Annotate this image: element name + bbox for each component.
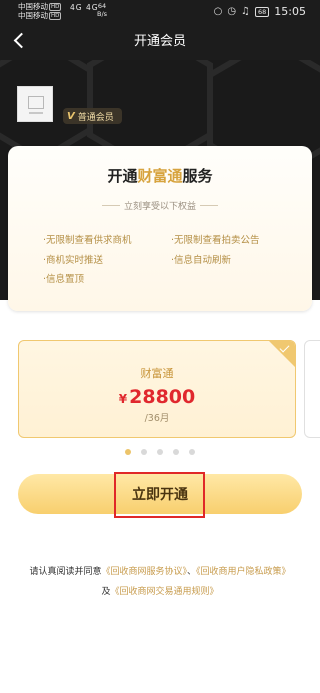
benefit-item: ·无限制查看供求商机 [43,235,132,246]
highlight-box [114,472,205,518]
member-level-badge: V 普通会员 [63,108,122,124]
status-bar: 中国移动 HD 中国移动 HD 4G 4G 64 B/s ○ ◷ ♫ 68 15:0… [0,0,320,24]
clock: 15:05 [274,5,306,18]
speed-unit: B/s [97,10,108,18]
carrier-name-1: 中国移动 [18,2,48,11]
plan-card-next[interactable] [304,340,320,438]
trade-rules-link[interactable]: 《回收商网交易通用规则》 [111,587,219,597]
agreement-prefix: 请认真阅读并同意 [29,567,102,577]
wifi-icon: ○ [213,6,223,17]
title-prefix: 开通 [107,167,138,185]
battery-icon: 68 [255,6,270,17]
agreement-text: 请认真阅读并同意《回收商网服务协议》、《回收商用户隐私政策》 及《回收商网交易通… [0,562,320,602]
member-level-label: 普通会员 [77,112,114,123]
speed-value: 64 [97,2,107,10]
network-speed: 64 B/s [97,2,107,18]
title-highlight: 财富通 [137,167,183,185]
benefits-card: 开通财富通服务 立刻享受以下权益 ·无限制查看供求商机 ·无限制查看拍卖公告 ·… [8,146,312,311]
plan-card-selected[interactable]: 财富通 ¥28800 /36月 [18,340,296,438]
plan-price: ¥28800 [19,385,295,411]
mute-icon: ♫ [241,6,251,17]
avatar[interactable] [17,86,53,122]
price-amount: 28800 [129,386,196,408]
benefit-item: ·无限制查看拍卖公告 [171,235,260,246]
vip-v-icon: V [67,110,75,122]
page-title: 开通会员 [133,34,186,49]
benefits-subtitle: 立刻享受以下权益 [8,201,312,213]
pager-dot[interactable] [173,449,179,455]
benefit-item: ·信息自动刷新 [171,255,232,266]
currency-symbol: ¥ [118,392,128,406]
plan-period: /36月 [144,413,170,424]
carousel-dots [0,449,320,455]
agreement-and: 及 [101,587,111,597]
avatar-image-icon [28,96,44,109]
status-right: ○ ◷ ♫ 68 15:05 [214,5,306,18]
benefits-title: 开通财富通服务 [8,166,312,186]
pager-dot[interactable] [189,449,195,455]
avatar-caption-line [29,112,43,114]
signal-icon: 4G 4G [70,3,99,12]
privacy-policy-link[interactable]: 《回收商用户隐私政策》 [196,567,291,577]
hd-badge-2: HD [49,12,62,20]
carrier-info: 中国移动 HD 中国移动 HD [18,2,62,20]
plan-carousel[interactable]: 财富通 ¥28800 /36月 [0,340,320,440]
benefit-item: ·信息置顶 [43,274,85,285]
service-agreement-link[interactable]: 《回收商网服务协议》 [101,567,187,577]
plan-name: 财富通 [140,367,174,380]
hd-badge: HD [49,3,62,11]
alarm-icon: ◷ [227,6,237,17]
agreement-separator: 、 [187,567,197,577]
pager-dot[interactable] [141,449,147,455]
pager-dot[interactable] [157,449,163,455]
title-suffix: 服务 [182,167,213,185]
pager-dot-active[interactable] [125,449,131,455]
carrier-name-2: 中国移动 [18,11,48,20]
benefit-item: ·商机实时推送 [43,255,104,266]
selected-check-icon [269,341,295,367]
nav-header: 开通会员 [0,24,320,60]
